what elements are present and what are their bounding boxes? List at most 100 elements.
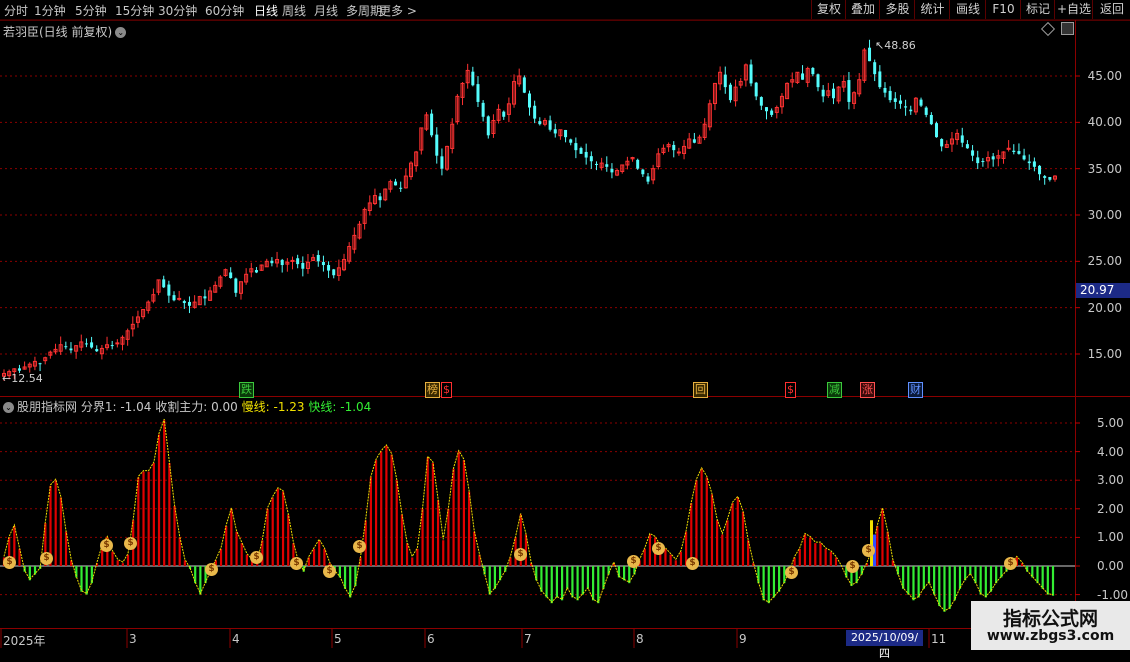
watermark: 指标公式网 www.zbgs3.com [971, 601, 1130, 650]
candle-body [1022, 155, 1026, 160]
last-price-badge: 20.97 [1076, 283, 1130, 298]
candle-body [641, 169, 645, 175]
month-label: 9 [739, 632, 747, 646]
candle-body [831, 88, 835, 99]
candle-body [533, 105, 537, 119]
candle-body [290, 259, 295, 262]
money-bag-icon: $ [205, 563, 218, 576]
candle-body [316, 254, 320, 262]
candle-body [280, 259, 284, 266]
candle-body [476, 84, 480, 102]
candle-body [904, 106, 908, 108]
candle-body [610, 168, 614, 173]
event-marker[interactable]: $ [785, 382, 796, 398]
candle-body [486, 116, 490, 136]
candle-body [471, 71, 475, 86]
indicator-fenjie: 分界1: -1.04 [80, 400, 152, 414]
arrow-left-icon: ↖ [875, 39, 885, 52]
candle-body [728, 84, 732, 101]
candle-body [564, 129, 568, 138]
month-label: 11 [931, 632, 947, 646]
signal-bar [870, 520, 873, 566]
candle-body [38, 363, 42, 365]
event-marker[interactable]: $ [441, 382, 452, 398]
candle-body [898, 100, 902, 104]
price-tick-label: 30.00 [1087, 208, 1122, 222]
watermark-title: 指标公式网 [1002, 608, 1098, 630]
candle-body [672, 144, 676, 151]
candle-body [522, 77, 526, 93]
candle-body [332, 269, 336, 276]
candle-body [873, 62, 877, 75]
money-bag-icon: $ [1004, 557, 1017, 570]
candle-body [692, 139, 696, 143]
candle-body [321, 261, 325, 266]
money-bag-icon: $ [323, 565, 336, 578]
candle-body [229, 272, 233, 279]
candle-body [95, 349, 99, 352]
event-marker[interactable]: 财 [908, 382, 923, 398]
event-marker[interactable]: 减 [827, 382, 842, 398]
candle-body [234, 278, 238, 293]
candle-body [538, 121, 542, 125]
candle-body [430, 113, 434, 136]
arrow-left-icon: ← [2, 372, 12, 385]
money-bag-icon: $ [353, 540, 366, 553]
candle-body [172, 295, 176, 301]
candle-body [764, 107, 768, 112]
month-label: 6 [427, 632, 435, 646]
event-marker[interactable]: 涨 [860, 382, 875, 398]
indicator-manxian: 慢线: -1.23 [241, 400, 305, 414]
chevron-down-icon[interactable]: ⌄ [3, 402, 14, 413]
watermark-url: www.zbgs3.com [986, 628, 1115, 644]
candle-body [84, 343, 88, 345]
candle-body [64, 346, 68, 348]
candle-body [1032, 161, 1036, 167]
money-bag-icon: $ [290, 557, 303, 570]
money-bag-icon: $ [785, 566, 798, 579]
month-label: 3 [129, 632, 137, 646]
indicator-tick-label: -1.00 [1097, 587, 1129, 602]
event-marker[interactable]: 回 [693, 382, 708, 398]
candle-body [579, 148, 583, 154]
money-bag-icon: $ [514, 548, 527, 561]
candle-body [1012, 150, 1016, 152]
candle-body [435, 134, 439, 156]
candle-body [878, 71, 882, 88]
candle-body [960, 135, 964, 143]
indicator-tick-label: 5.00 [1097, 416, 1124, 430]
candle-body [327, 265, 331, 271]
indicator-tick-label: 3.00 [1097, 473, 1124, 488]
candle-body [574, 143, 578, 151]
candle-body [394, 181, 398, 186]
event-marker[interactable]: 榜 [425, 382, 440, 398]
candle-body [770, 110, 774, 115]
candle-body [924, 107, 928, 115]
candle-body [203, 296, 207, 299]
candle-body [1048, 176, 1052, 180]
event-marker[interactable]: 跌 [239, 382, 254, 398]
candle-body [177, 297, 182, 300]
money-bag-icon: $ [652, 542, 665, 555]
candle-body [1043, 176, 1047, 178]
candle-body [502, 111, 506, 117]
candle-body [569, 139, 573, 143]
money-bag-icon: $ [250, 551, 263, 564]
candle-body [847, 80, 851, 102]
month-label: 4 [232, 632, 240, 646]
price-chart [0, 19, 1130, 650]
candle-body [162, 279, 166, 288]
candle-body [553, 129, 557, 134]
candle-body [893, 98, 897, 102]
candle-body [17, 368, 21, 371]
candle-body [749, 64, 753, 84]
candle-body [929, 114, 933, 125]
candle-body [110, 345, 114, 347]
month-label: 5 [334, 632, 342, 646]
candle-body [378, 196, 382, 201]
candle-body [187, 301, 191, 306]
indicator-tick-label: 0.00 [1097, 559, 1124, 573]
candle-body [754, 82, 758, 97]
candle-body [940, 139, 944, 147]
low-price-label: ←12.54 [2, 372, 43, 385]
